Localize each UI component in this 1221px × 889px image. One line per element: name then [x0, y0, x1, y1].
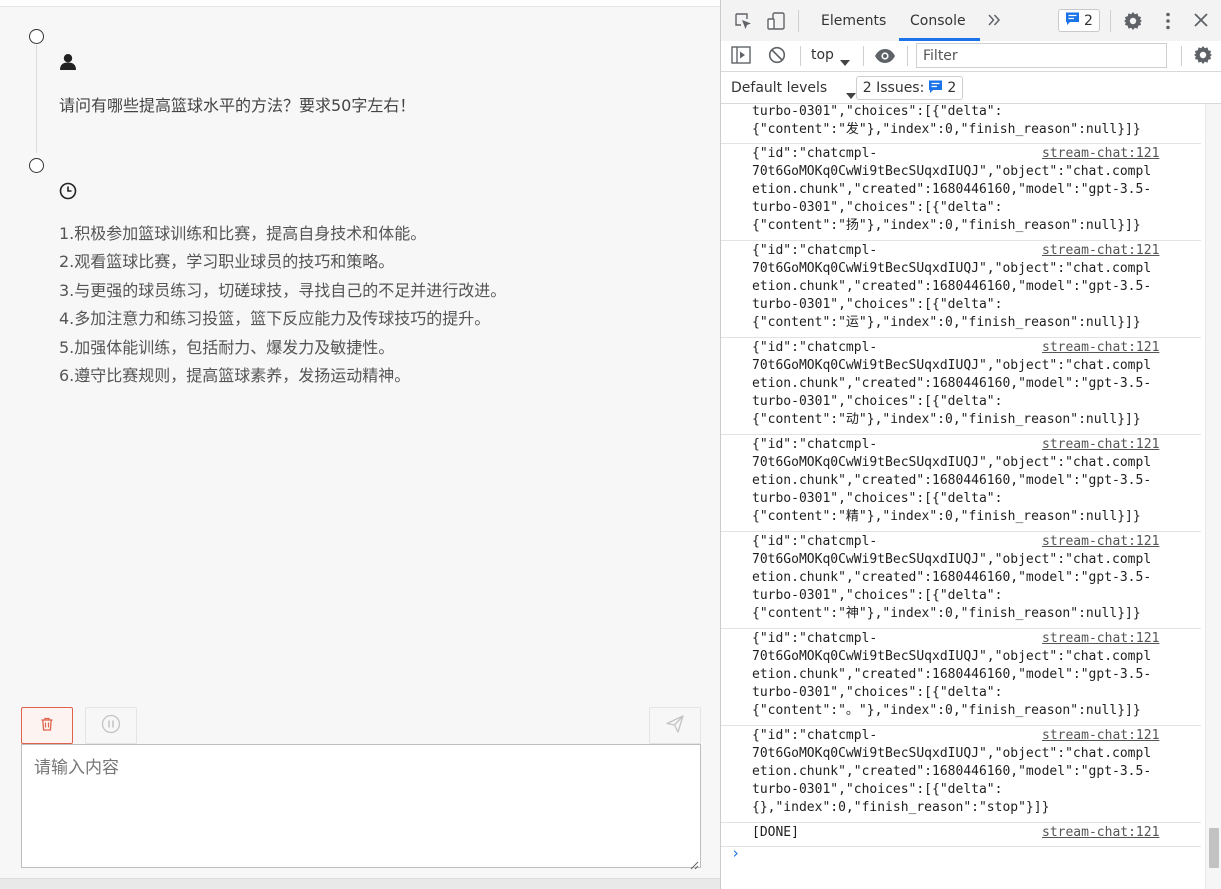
user-icon	[59, 53, 77, 75]
answer-line: 2.观看篮球比赛，学习职业球员的技巧和策略。	[59, 252, 395, 272]
chevron-down-icon	[840, 52, 850, 71]
messages-badge[interactable]: 2	[1058, 9, 1100, 32]
answer-line: 3.与更强的球员练习，切磋球技，寻找自己的不足并进行改进。	[59, 280, 507, 300]
issues-button[interactable]: 2 Issues: 2	[856, 76, 963, 100]
chevron-down-icon	[846, 85, 856, 104]
toolbar-separator	[800, 46, 801, 66]
sidebar-toggle-icon[interactable]	[731, 46, 751, 68]
send-icon	[665, 714, 685, 738]
device-toolbar-icon[interactable]	[766, 11, 786, 35]
console-log-entry: {"id":"chatcmpl- 70t6GoMOKq0CwWi9tBecSUq…	[721, 725, 1201, 823]
context-selector[interactable]: top	[811, 47, 834, 63]
console-log-entry: {"id":"chatcmpl- 70t6GoMOKq0CwWi9tBecSUq…	[721, 337, 1201, 435]
tab-separator	[798, 10, 799, 32]
log-source-link[interactable]: stream-chat:121	[1042, 727, 1159, 745]
user-question: 请问有哪些提高篮球水平的方法？要求50字左右！	[59, 96, 416, 115]
send-button[interactable]	[649, 707, 701, 744]
console-log-entry: {"id":"chatcmpl- 70t6GoMOKq0CwWi9tBecSUq…	[721, 531, 1201, 629]
pause-icon	[101, 714, 121, 738]
log-message: [DONE]	[752, 825, 799, 840]
log-message: turbo-0301","choices":[{"delta": {"conte…	[752, 104, 1141, 138]
issues-label: 2 Issues:	[862, 80, 925, 96]
tab-elements[interactable]: Elements	[821, 13, 886, 29]
toolbar-separator	[907, 46, 908, 66]
console-log-entry: {"id":"chatcmpl- 70t6GoMOKq0CwWi9tBecSUq…	[721, 240, 1201, 338]
filter-input[interactable]	[916, 43, 1167, 68]
log-source-link[interactable]: stream-chat:121	[1042, 824, 1159, 842]
clear-button[interactable]	[21, 707, 73, 744]
inspect-element-icon[interactable]	[733, 11, 753, 35]
log-source-link[interactable]: stream-chat:121	[1042, 145, 1159, 163]
more-tabs-icon[interactable]	[987, 12, 1001, 32]
scrollbar-thumb[interactable]	[1209, 828, 1219, 868]
eye-icon[interactable]	[874, 48, 896, 68]
timeline-dot-assistant	[29, 158, 44, 173]
toolbar-separator	[1181, 46, 1182, 66]
tab-console[interactable]: Console	[910, 13, 966, 29]
console-log-area: turbo-0301","choices":[{"delta": {"conte…	[721, 104, 1204, 889]
console-log-entry: turbo-0301","choices":[{"delta": {"conte…	[721, 104, 1201, 144]
answer-line: 4.多加注意力和练习投篮，篮下反应能力及传球技巧的提升。	[59, 309, 491, 329]
messages-count: 2	[1084, 12, 1093, 29]
log-source-link[interactable]: stream-chat:121	[1042, 242, 1159, 260]
console-prompt-icon[interactable]: ›	[731, 844, 740, 862]
top-divider	[0, 0, 720, 7]
log-source-link[interactable]: stream-chat:121	[1042, 630, 1159, 648]
clock-icon	[59, 182, 77, 204]
chat-input[interactable]	[21, 744, 701, 868]
answer-line: 1.积极参加篮球训练和比赛，提高自身技术和体能。	[59, 224, 427, 243]
log-source-link[interactable]: stream-chat:121	[1042, 533, 1159, 551]
console-log-entry: {"id":"chatcmpl- 70t6GoMOKq0CwWi9tBecSUq…	[721, 628, 1201, 726]
devtools-panel: Elements Console 2 top Filter Default le…	[720, 0, 1221, 889]
resize-grip-icon[interactable]	[688, 855, 699, 870]
gear-icon[interactable]	[1123, 11, 1143, 35]
tab-separator	[1110, 10, 1111, 32]
timeline-line	[36, 45, 37, 153]
more-options-icon[interactable]	[1159, 11, 1177, 35]
message-icon	[1065, 11, 1080, 30]
console-log-entry: [DONE] stream-chat:121	[721, 822, 1201, 847]
bottom-strip	[0, 878, 720, 889]
console-log-entry: {"id":"chatcmpl- 70t6GoMOKq0CwWi9tBecSUq…	[721, 143, 1201, 241]
trash-icon	[39, 716, 55, 736]
message-icon	[928, 79, 943, 98]
close-icon[interactable]	[1193, 12, 1209, 32]
console-scrollbar[interactable]	[1205, 104, 1221, 889]
log-source-link[interactable]: stream-chat:121	[1042, 436, 1159, 454]
devtools-tab-bar: Elements Console 2	[721, 0, 1221, 42]
answer-line: 6.遵守比赛规则，提高篮球素养，发扬运动精神。	[59, 366, 411, 386]
log-source-link[interactable]: stream-chat:121	[1042, 339, 1159, 357]
default-levels-dropdown[interactable]: Default levels	[731, 80, 827, 96]
timeline-dot-user	[29, 29, 44, 44]
console-log-entry: {"id":"chatcmpl- 70t6GoMOKq0CwWi9tBecSUq…	[721, 434, 1201, 532]
answer-line: 5.加强体能训练，包括耐力、爆发力及敏捷性。	[59, 337, 395, 357]
assistant-answer: 1.积极参加篮球训练和比赛，提高自身技术和体能。 2.观看篮球比赛，学习职业球员的…	[59, 220, 506, 390]
toolbar-separator	[863, 46, 864, 66]
issues-count: 2	[947, 80, 957, 96]
stop-button[interactable]	[85, 707, 137, 744]
chat-panel: 请问有哪些提高篮球水平的方法？要求50字左右！ 1.积极参加篮球训练和比赛，提高…	[0, 0, 720, 889]
console-settings-gear-icon[interactable]	[1193, 45, 1213, 69]
clear-console-icon[interactable]	[768, 46, 786, 68]
